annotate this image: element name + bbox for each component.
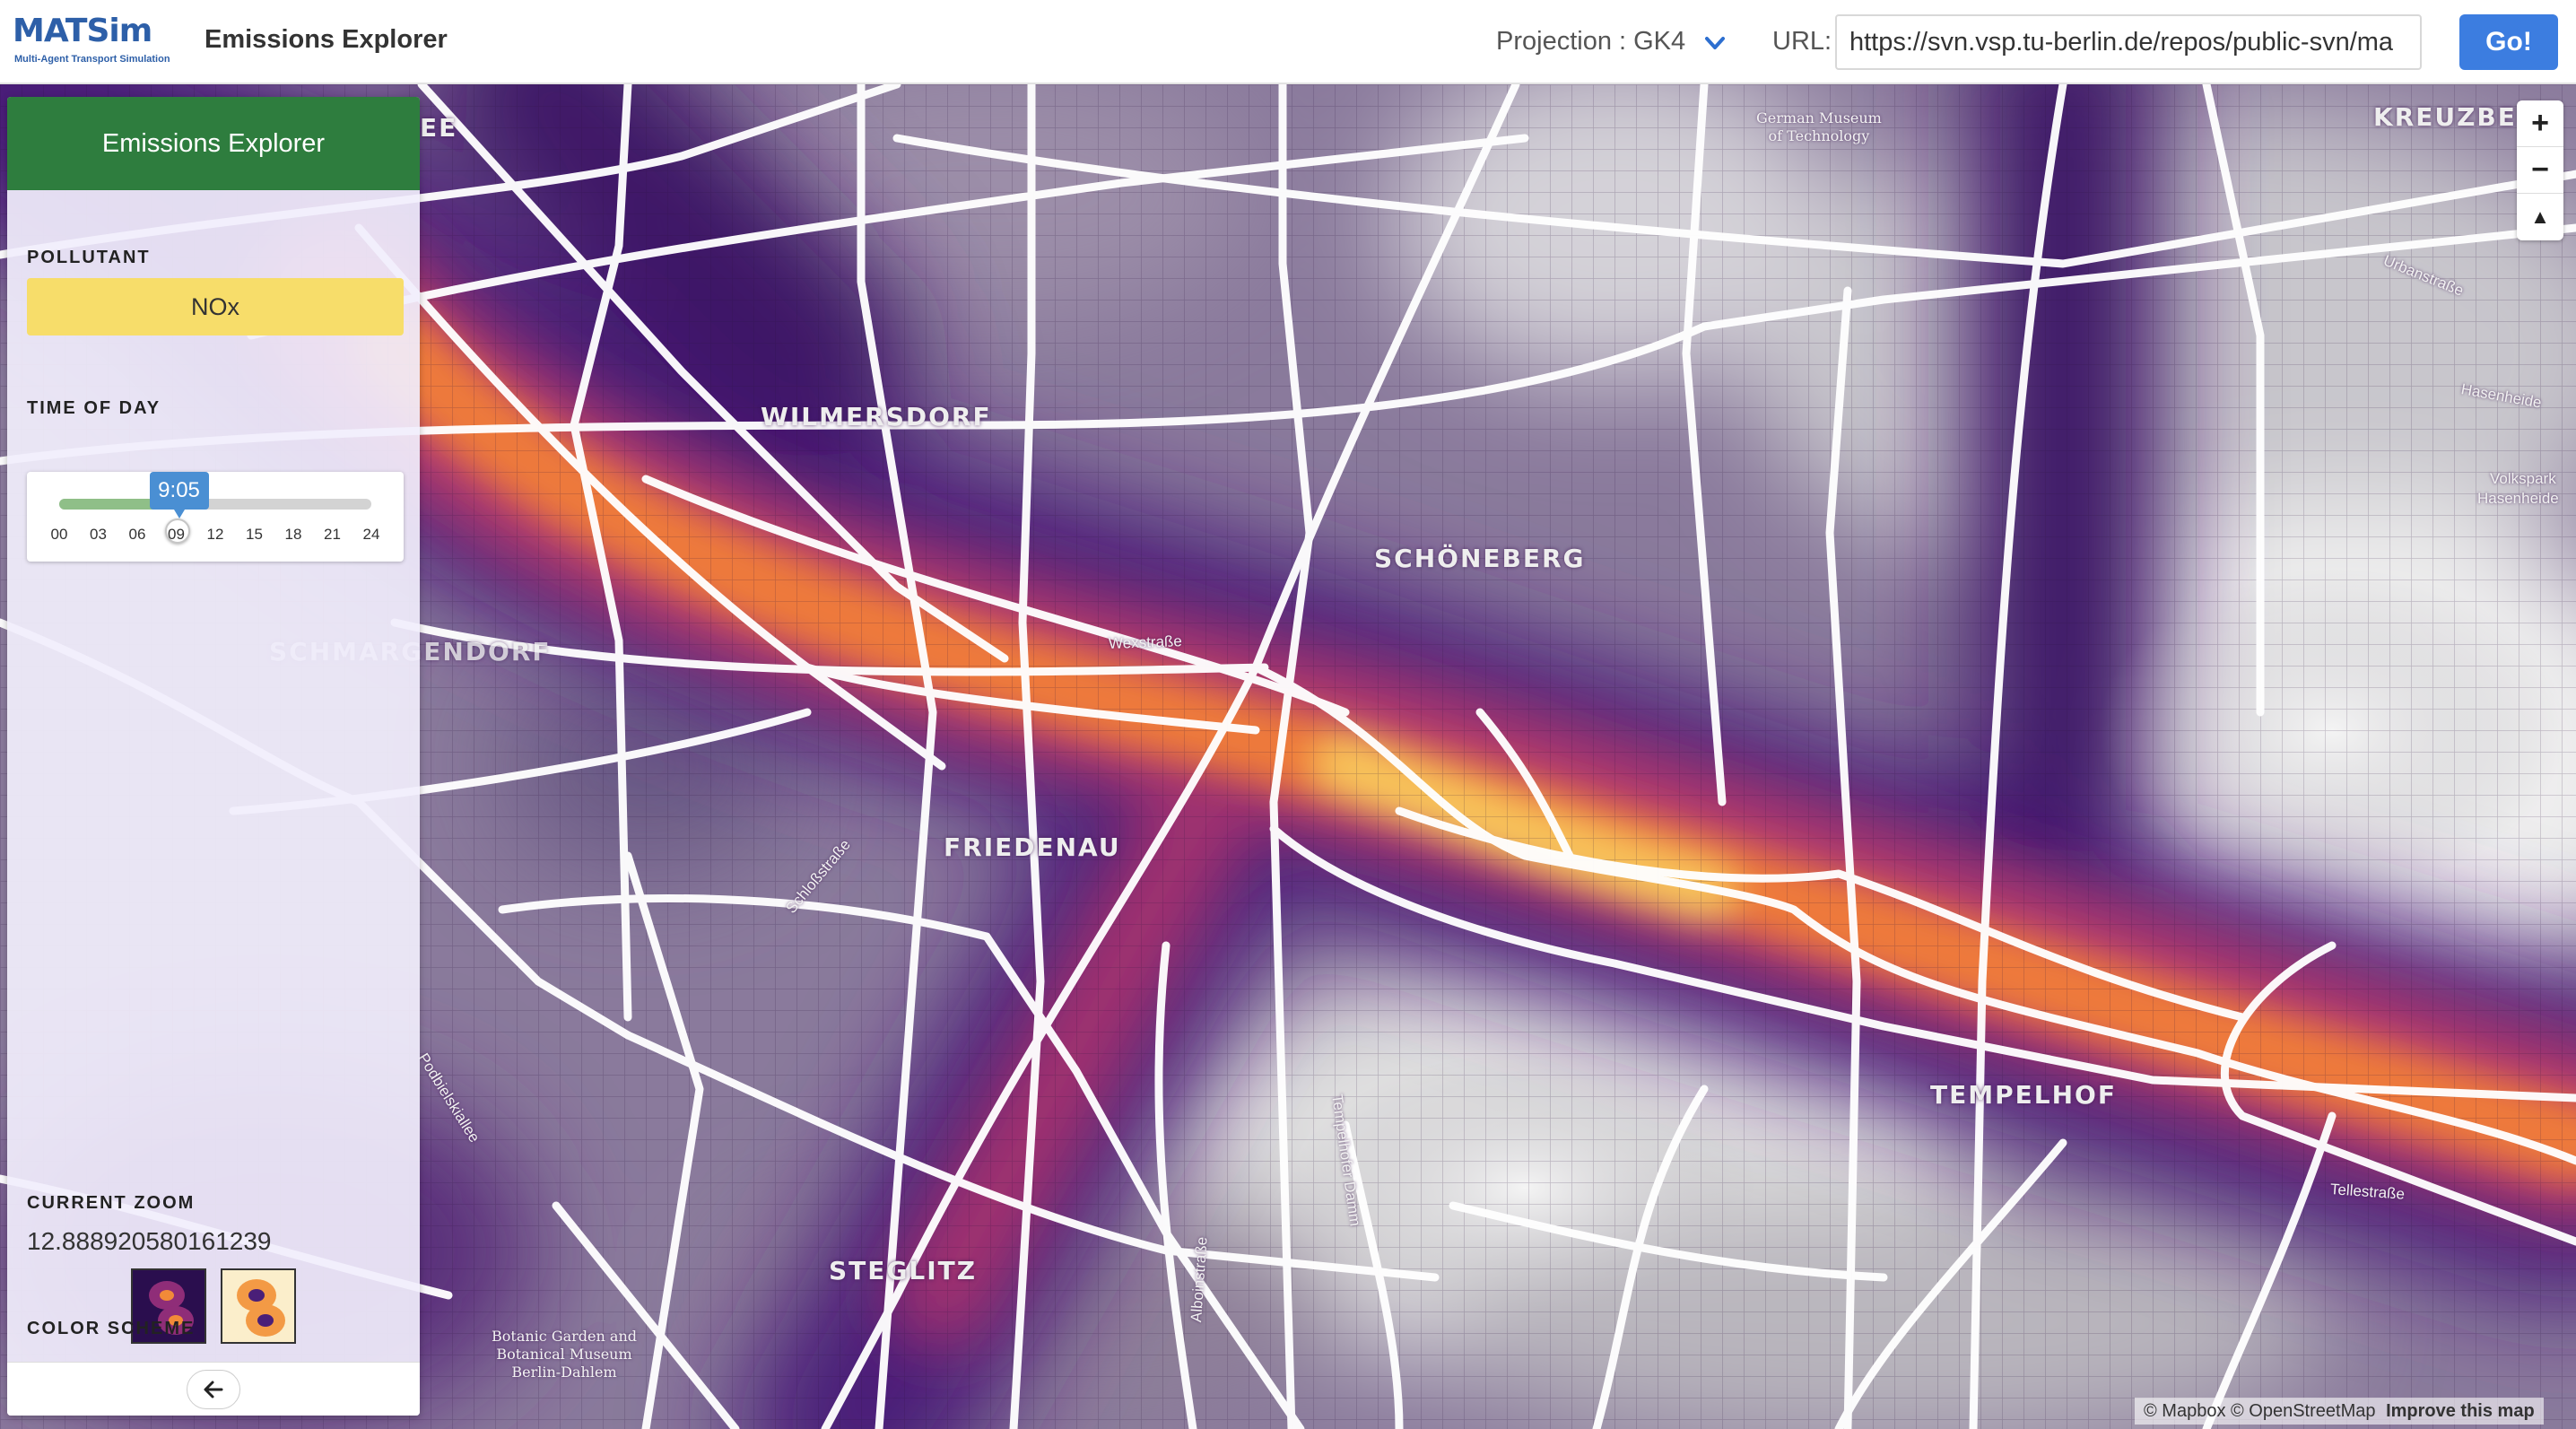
zoom-in-button[interactable]: + bbox=[2517, 100, 2563, 147]
logo-title: MATSim bbox=[13, 13, 152, 49]
time-tick-label: 09 bbox=[168, 526, 185, 543]
time-tick-label: 24 bbox=[362, 526, 380, 543]
place-label: TEMPELHOF bbox=[1930, 1080, 2117, 1110]
arrow-left-icon bbox=[204, 1381, 223, 1399]
place-label: FRIEDENAU bbox=[944, 832, 1121, 862]
poi-line: German Museum bbox=[1756, 109, 1882, 126]
top-bar: MATSim Multi-Agent Transport Simulation … bbox=[0, 0, 2576, 84]
pollutant-button[interactable]: NOx bbox=[27, 278, 404, 335]
app-title: Emissions Explorer bbox=[205, 25, 448, 54]
compass-icon[interactable]: ▲ bbox=[2517, 194, 2563, 240]
attribution-text: © Mapbox © OpenStreetMap bbox=[2144, 1401, 2376, 1421]
poi-label: German Museum of Technology bbox=[1756, 109, 1882, 145]
chevron-down-icon[interactable] bbox=[1702, 30, 1727, 56]
color-scheme-label: COLOR SCHEME bbox=[27, 1319, 196, 1338]
time-tick-label: 06 bbox=[128, 526, 146, 543]
zoom-out-button[interactable]: − bbox=[2517, 147, 2563, 194]
map-attribution: © Mapbox © OpenStreetMap Improve this ma… bbox=[2135, 1398, 2544, 1425]
time-tick-label: 15 bbox=[246, 526, 263, 543]
time-tick-label: 21 bbox=[324, 526, 341, 543]
street-label: Wexstraße bbox=[1108, 632, 1183, 652]
time-of-day-label: TIME OF DAY bbox=[27, 398, 161, 418]
time-slider-tooltip: 9:05 bbox=[149, 472, 209, 518]
matsim-logo: MATSim Multi-Agent Transport Simulation bbox=[13, 13, 183, 72]
poi-line: Botanic Garden and bbox=[492, 1328, 637, 1345]
side-panel: Emissions Explorer POLLUTANT NOx TIME OF… bbox=[7, 97, 420, 1416]
panel-footer bbox=[7, 1362, 420, 1416]
current-zoom-value: 12.888920580161239 bbox=[27, 1227, 272, 1255]
pollutant-label: POLLUTANT bbox=[27, 248, 151, 267]
time-slider-card: 9:05 00 03 06 09 12 15 18 21 24 bbox=[27, 472, 404, 562]
color-scheme-light-button[interactable] bbox=[221, 1268, 296, 1344]
logo-subtitle: Multi-Agent Transport Simulation bbox=[14, 54, 170, 65]
time-slider-track[interactable]: 9:05 bbox=[59, 472, 371, 544]
place-label: EE bbox=[420, 113, 458, 143]
place-label: STEGLITZ bbox=[829, 1256, 978, 1285]
poi-line: Berlin-Dahlem bbox=[511, 1364, 617, 1381]
poi-label: Botanic Garden and Botanical Museum Berl… bbox=[492, 1328, 637, 1381]
url-input[interactable] bbox=[1835, 14, 2422, 70]
projection-select[interactable]: Projection : GK4 bbox=[1496, 27, 1685, 57]
street-label: Volkspark bbox=[2490, 470, 2556, 487]
go-button[interactable]: Go! bbox=[2459, 14, 2558, 70]
light-scheme-icon bbox=[222, 1270, 294, 1342]
street-label: Hasenheide bbox=[2477, 490, 2559, 507]
time-tick-label: 00 bbox=[50, 526, 68, 543]
url-label: URL: bbox=[1772, 27, 1832, 56]
time-tick-label: 12 bbox=[206, 526, 224, 543]
panel-title: Emissions Explorer bbox=[7, 97, 420, 190]
time-tick-label: 18 bbox=[284, 526, 302, 543]
improve-map-link[interactable]: Improve this map bbox=[2386, 1401, 2535, 1421]
place-label: WILMERSDORF bbox=[761, 402, 992, 431]
place-label: SCHÖNEBERG bbox=[1374, 544, 1586, 573]
poi-line: of Technology bbox=[1768, 127, 1870, 144]
map-navigation-controls: + − ▲ bbox=[2517, 100, 2563, 240]
poi-line: Botanical Museum bbox=[496, 1346, 632, 1363]
collapse-panel-button[interactable] bbox=[187, 1370, 240, 1409]
time-tick-label: 03 bbox=[90, 526, 107, 543]
current-zoom-label: CURRENT ZOOM bbox=[27, 1193, 196, 1213]
